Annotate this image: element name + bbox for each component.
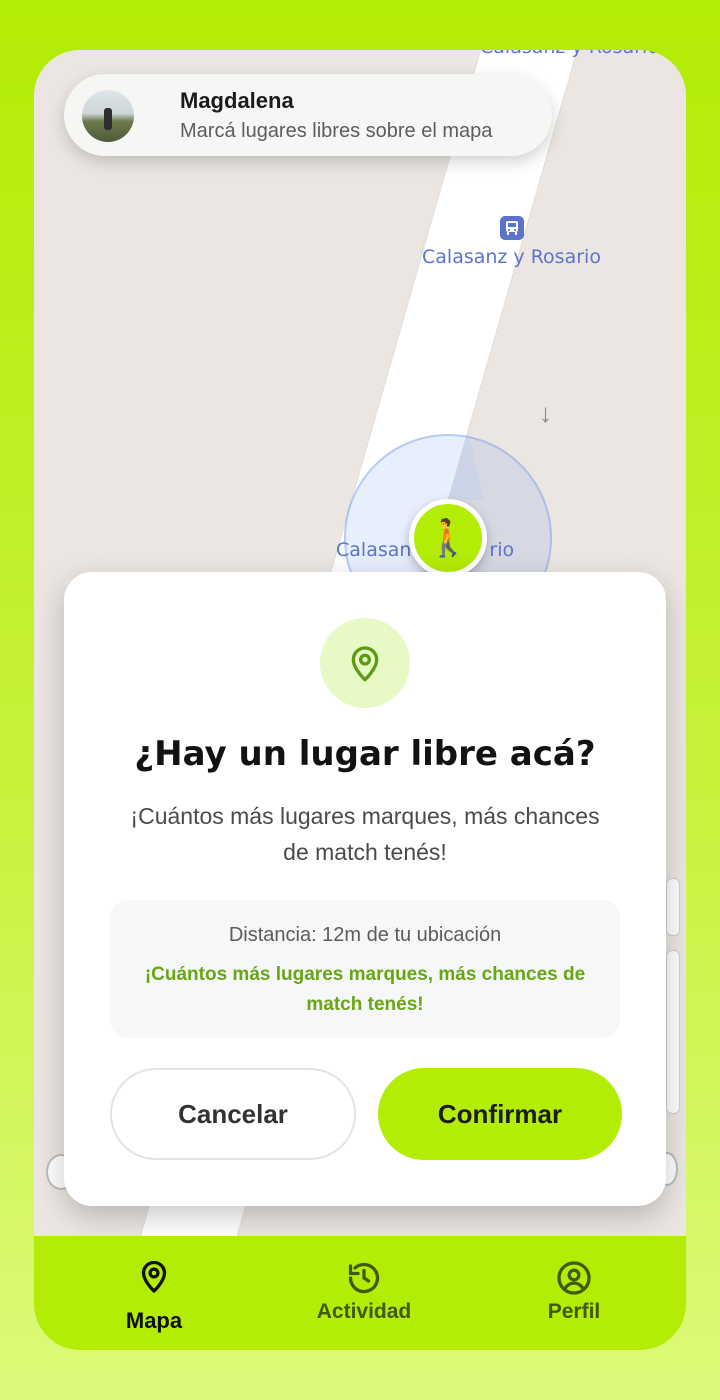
avatar <box>82 90 134 142</box>
dialog-title: ¿Hay un lugar libre acá? <box>134 734 596 774</box>
bottom-tab-bar: Mapa Actividad Perfil <box>34 1236 686 1350</box>
map-layer-control[interactable] <box>666 950 680 1114</box>
direction-arrow-icon: ↓ <box>539 398 552 428</box>
street-label-mid-right: rio <box>489 539 515 561</box>
history-icon <box>348 1262 380 1294</box>
user-subtitle: Marcá lugares libres sobre el mapa <box>180 120 493 142</box>
user-location-marker[interactable]: 🚶 <box>409 499 487 577</box>
user-circle-icon <box>557 1261 591 1295</box>
tab-actividad[interactable]: Actividad <box>284 1236 444 1350</box>
tab-label: Actividad <box>316 1300 412 1323</box>
tab-mapa[interactable]: Mapa <box>74 1236 234 1350</box>
location-pin-icon <box>141 1260 167 1293</box>
confirm-spot-dialog: ¿Hay un lugar libre acá? ¡Cuántos más lu… <box>64 572 666 1206</box>
tab-label: Perfil <box>547 1300 601 1323</box>
location-pin-icon <box>320 618 410 708</box>
cancel-button[interactable]: Cancelar <box>110 1068 356 1160</box>
walking-person-icon: 🚶 <box>425 517 471 558</box>
app-screen: Calasanz y Rosario Calasanz y Rosario ↓ … <box>34 50 686 1350</box>
hint-text: ¡Cuántos más lugares marques, más chance… <box>144 964 586 1015</box>
tab-perfil[interactable]: Perfil <box>494 1236 654 1350</box>
bus-stop-label[interactable]: Calasanz y Rosario <box>422 246 601 268</box>
bus-stop-icon[interactable] <box>500 216 524 240</box>
distance-text: Distancia: 12m de tu ubicación <box>228 924 502 946</box>
user-name: Magdalena <box>180 88 294 113</box>
tab-label: Mapa <box>125 1308 183 1333</box>
map-zoom-control[interactable] <box>666 878 680 936</box>
confirm-button[interactable]: Confirmar <box>378 1068 622 1160</box>
street-label-mid-left: Calasan <box>336 539 412 561</box>
user-card[interactable]: Magdalena Marcá lugares libres sobre el … <box>64 74 552 156</box>
street-label-top: Calasanz y Rosario <box>480 50 659 58</box>
distance-info-box: Distancia: 12m de tu ubicación ¡Cuántos … <box>110 900 620 1038</box>
dialog-body: ¡Cuántos más lugares marques, más chance… <box>130 803 600 865</box>
